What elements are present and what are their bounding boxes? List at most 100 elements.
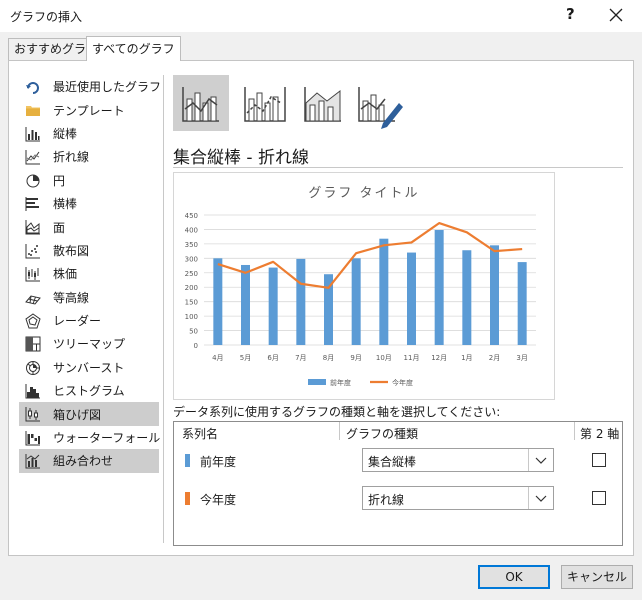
secondary-axis-checkbox-this-year[interactable]: [592, 491, 606, 505]
folder-icon: [26, 106, 40, 117]
bar: [462, 250, 472, 345]
close-icon[interactable]: [605, 4, 627, 26]
chart-type-list: 最近使用したグラフ テンプレート 縦棒 折れ線 円 横棒 面 散布図 株価 等高…: [19, 75, 161, 473]
sidebar-item-recent[interactable]: 最近使用したグラフ: [19, 75, 161, 98]
sidebar-item-template[interactable]: テンプレート: [19, 98, 159, 121]
subtype-combo-custom[interactable]: [351, 75, 407, 131]
vertical-divider: [163, 75, 164, 543]
x-tick-label: 1月: [461, 354, 472, 362]
sidebar-item-histogram[interactable]: ヒストグラム: [19, 379, 159, 402]
line-chart-icon: [25, 150, 40, 165]
chevron-down-icon: [535, 495, 547, 502]
chart-title: グラフ タイトル: [308, 186, 419, 201]
waterfall-chart-icon: [25, 430, 40, 446]
x-tick-label: 8月: [323, 354, 334, 362]
x-tick-label: 2月: [489, 354, 500, 362]
heading-divider: [173, 167, 623, 168]
sidebar-item-label: テンプレート: [53, 103, 125, 118]
title-bar: グラフの挿入 ?: [0, 0, 642, 32]
sidebar-item-label: ツリーマップ: [53, 337, 126, 352]
bar: [351, 258, 361, 345]
series-name: 今年度: [200, 493, 237, 507]
sidebar-item-bar[interactable]: 横棒: [19, 192, 159, 215]
sidebar-item-surface[interactable]: 等高線: [19, 286, 159, 309]
dropdown-button[interactable]: [528, 449, 553, 471]
tab-label: すべてのグラフ: [92, 42, 175, 56]
chevron-down-icon: [535, 457, 547, 464]
x-tick-label: 12月: [431, 354, 447, 362]
sidebar-item-waterfall[interactable]: ウォーターフォール: [19, 426, 160, 449]
y-tick-label: 100: [185, 313, 198, 321]
select-value: 集合縦棒: [368, 455, 417, 469]
column-chart-icon: [25, 126, 40, 142]
combo-chart-icon: [25, 454, 40, 469]
series-name: 前年度: [200, 455, 237, 469]
select-value: 折れ線: [368, 493, 405, 507]
sidebar-item-stock[interactable]: 株価: [19, 262, 159, 285]
line-series: [217, 221, 523, 289]
sidebar-item-label: 箱ひげ図: [53, 407, 102, 422]
box-whisker-chart-icon: [25, 407, 40, 422]
histogram-chart-icon: [25, 384, 40, 399]
sidebar-item-area[interactable]: 面: [19, 215, 159, 238]
sidebar-item-label: レーダー: [53, 314, 102, 329]
legend-swatch: [308, 379, 326, 385]
sidebar-item-treemap[interactable]: ツリーマップ: [19, 332, 159, 355]
scatter-chart-icon: [25, 243, 40, 259]
sidebar-item-line[interactable]: 折れ線: [19, 145, 159, 168]
x-tick-label: 3月: [516, 354, 527, 362]
radar-chart-icon: [25, 313, 41, 329]
stock-chart-icon: [25, 267, 40, 282]
y-tick-label: 200: [185, 284, 198, 292]
y-tick-label: 400: [185, 226, 198, 234]
x-tick-label: 11月: [404, 354, 420, 362]
help-button[interactable]: ?: [566, 5, 575, 23]
sidebar-item-label: 縦棒: [53, 126, 78, 141]
chart-svg: グラフ タイトル 0 50 100 150 200 250 300 350 400 450 4月 5月…: [185, 186, 536, 387]
sidebar-item-radar[interactable]: レーダー: [19, 309, 159, 332]
sidebar-item-label: 等高線: [53, 290, 90, 305]
series-instruction: データ系列に使用するグラフの種類と軸を選択してください:: [173, 405, 501, 419]
combo-column-line-secondary-icon: [244, 87, 286, 122]
subtype-combo-column-line[interactable]: [173, 75, 229, 131]
x-tick-label: 4月: [212, 354, 223, 362]
bar: [407, 252, 416, 345]
x-tick-label: 10月: [376, 354, 392, 362]
tab-all-charts[interactable]: すべてのグラフ: [86, 36, 181, 61]
x-tick-label: 5月: [240, 354, 251, 362]
sidebar-item-scatter[interactable]: 散布図: [19, 239, 159, 262]
sidebar-item-pie[interactable]: 円: [19, 169, 159, 192]
y-tick-label: 350: [185, 241, 198, 249]
subtype-combo-area-column[interactable]: [295, 75, 351, 131]
tab-panel: 最近使用したグラフ テンプレート 縦棒 折れ線 円 横棒 面 散布図 株価 等高…: [8, 60, 634, 556]
bar: [213, 258, 223, 345]
subtype-combo-column-line-secondary[interactable]: [237, 75, 293, 131]
series-table: 系列名 グラフの種類 第 2 軸 前年度 集合縦棒 今年度 折れ線: [173, 421, 623, 546]
column-divider: [339, 422, 340, 440]
combo-area-column-icon: [304, 87, 341, 122]
chart-type-select-this-year[interactable]: 折れ線: [362, 486, 554, 510]
legend-label: 前年度: [330, 378, 351, 387]
cancel-button[interactable]: キャンセル: [561, 565, 633, 589]
secondary-axis-checkbox-prev-year[interactable]: [592, 453, 606, 467]
y-tick-label: 150: [185, 299, 198, 307]
dropdown-button[interactable]: [528, 487, 553, 509]
sidebar-item-label: 組み合わせ: [53, 454, 114, 469]
bar: [434, 230, 444, 345]
sidebar-item-column[interactable]: 縦棒: [19, 122, 159, 145]
sidebar-item-label: 株価: [53, 267, 78, 282]
sidebar-item-box-whisker[interactable]: 箱ひげ図: [19, 402, 159, 426]
sidebar-item-sunburst[interactable]: サンバースト: [19, 356, 159, 379]
sidebar-item-label: 面: [53, 220, 66, 235]
x-tick-label: 7月: [295, 354, 306, 362]
header-secondary-axis: 第 2 軸: [580, 427, 620, 441]
chart-type-heading: 集合縦棒 - 折れ線: [173, 148, 309, 168]
sidebar-item-combo[interactable]: 組み合わせ: [19, 449, 159, 473]
bar: [490, 245, 499, 345]
sidebar-item-label: 折れ線: [53, 150, 90, 165]
chart-type-select-prev-year[interactable]: 集合縦棒: [362, 448, 554, 472]
combo-custom-icon: [358, 87, 403, 129]
bar: [241, 264, 250, 345]
bar-chart-icon: [25, 196, 39, 211]
ok-button[interactable]: OK: [478, 565, 550, 589]
